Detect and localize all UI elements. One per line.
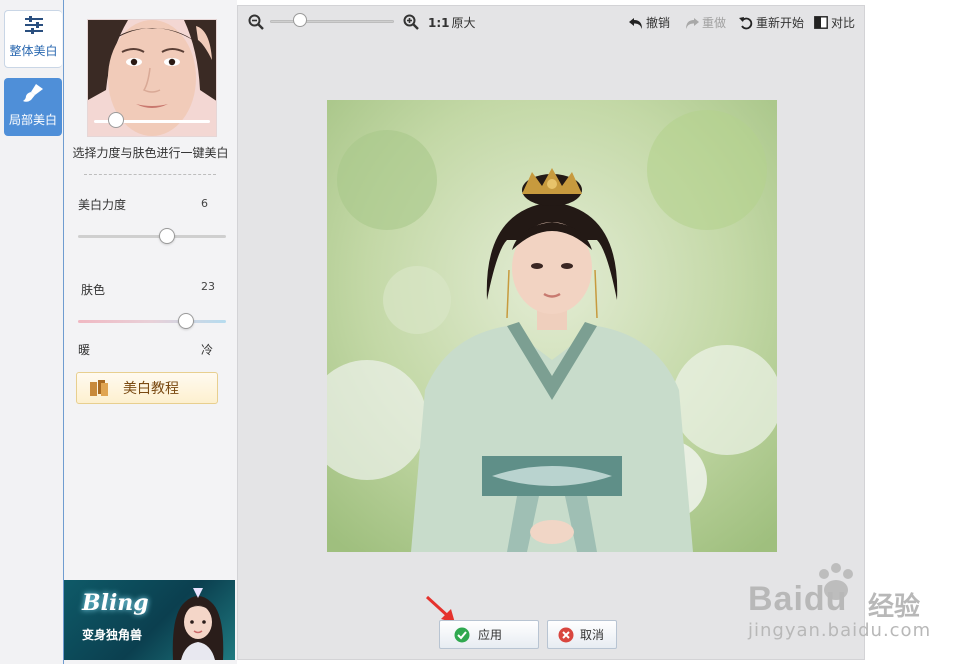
book-icon <box>90 380 108 396</box>
tone-slider-track[interactable] <box>78 320 226 323</box>
divider <box>84 174 216 175</box>
photo-canvas[interactable] <box>327 100 777 552</box>
undo-label: 撤销 <box>646 16 671 30</box>
redo-icon <box>686 17 699 29</box>
cancel-button[interactable]: 取消 <box>547 620 617 649</box>
strength-value: 6 <box>201 197 208 210</box>
tab-overall-whitening[interactable]: 整体美白 <box>4 10 62 68</box>
compare-icon <box>814 16 828 29</box>
compare-label: 对比 <box>831 16 856 30</box>
tone-value: 23 <box>201 280 215 293</box>
strength-slider-knob[interactable] <box>158 228 175 244</box>
promo-subtitle: 变身独角兽 <box>82 628 143 642</box>
brush-icon <box>23 84 43 102</box>
photo-illustration <box>327 100 777 552</box>
baidu-watermark: Baidu 经验 jingyan.baidu.com <box>748 562 968 646</box>
actual-size-button[interactable]: 1:1 原大 <box>428 14 476 31</box>
cool-label: 冷 <box>201 343 214 357</box>
watermark-brand: Baidu <box>748 580 848 618</box>
panel-description: 选择力度与肤色进行一键美白 <box>72 146 229 160</box>
compare-button[interactable]: 对比 <box>814 14 855 31</box>
zoom-in-icon[interactable] <box>403 14 419 30</box>
original-size-label: 原大 <box>451 16 476 30</box>
apply-button[interactable]: 应用 <box>439 620 539 649</box>
watermark-url: jingyan.baidu.com <box>748 620 932 641</box>
tab-rail: 整体美白 局部美白 <box>0 0 64 664</box>
tutorial-label: 美白教程 <box>123 381 179 397</box>
ratio-label: 1:1 <box>428 15 450 30</box>
tone-label: 肤色 <box>81 283 106 297</box>
zoom-slider-knob[interactable] <box>293 13 307 27</box>
promo-banner[interactable]: Bling 变身独角兽 <box>64 580 235 660</box>
apply-label: 应用 <box>478 628 503 642</box>
undo-button[interactable]: 撤销 <box>629 14 670 31</box>
redo-button[interactable]: 重做 <box>685 14 726 31</box>
tab-overall-label: 整体美白 <box>9 44 58 58</box>
zoom-slider-track[interactable] <box>270 20 394 23</box>
whitening-tutorial-button[interactable]: 美白教程 <box>76 372 218 404</box>
settings-panel: 选择力度与肤色进行一键美白 美白力度 6 肤色 23 暖 冷 美白教程 Blin… <box>64 0 237 664</box>
close-circle-icon <box>558 627 574 642</box>
tone-slider-knob[interactable] <box>178 313 195 329</box>
cancel-label: 取消 <box>580 628 605 642</box>
zoom-out-icon[interactable] <box>248 14 264 30</box>
check-circle-icon <box>454 627 470 642</box>
promo-title: Bling <box>82 590 149 616</box>
restart-button[interactable]: 重新开始 <box>739 14 804 31</box>
toolbar: 1:1 原大 撤销 重做 重新开始 对比 <box>238 6 864 38</box>
watermark-brand-cn: 经验 <box>868 592 921 622</box>
strength-slider-track[interactable] <box>78 235 226 238</box>
thumbnail-slider-knob[interactable] <box>108 112 124 128</box>
tab-local-label: 局部美白 <box>8 113 57 127</box>
restart-label: 重新开始 <box>756 16 805 30</box>
restart-icon <box>739 16 753 29</box>
undo-icon <box>629 17 642 29</box>
tab-local-whitening[interactable]: 局部美白 <box>4 78 62 136</box>
sliders-icon <box>24 16 43 34</box>
redo-label: 重做 <box>702 16 727 30</box>
promo-portrait <box>172 588 224 660</box>
warm-label: 暖 <box>78 343 91 357</box>
strength-label: 美白力度 <box>78 198 127 212</box>
